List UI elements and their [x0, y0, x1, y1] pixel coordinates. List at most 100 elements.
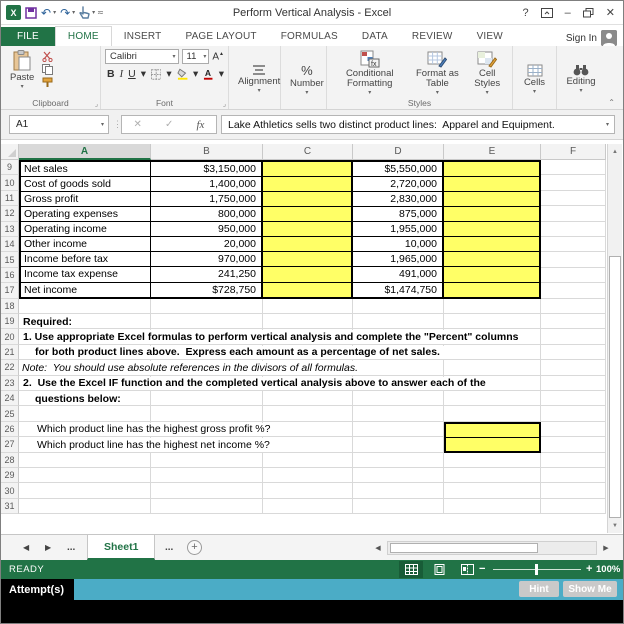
horizontal-scrollbar[interactable] [387, 541, 597, 555]
row-header-24[interactable]: 24 [1, 391, 19, 407]
fill-color-icon[interactable] [177, 68, 188, 80]
product2-amount-cell[interactable]: $5,550,000 [353, 162, 444, 177]
product1-amount-cell[interactable]: 970,000 [151, 252, 263, 267]
row-header-10[interactable]: 10 [1, 175, 19, 191]
horizontal-scroll-thumb[interactable] [390, 543, 538, 553]
redo-dropdown-icon[interactable]: ▾ [72, 9, 75, 16]
product2-amount-cell[interactable]: 10,000 [353, 237, 444, 252]
page-break-view-button[interactable] [455, 561, 479, 578]
font-size-combo[interactable]: 11 ▾ [181, 49, 210, 64]
product2-percent-input-cell[interactable] [444, 177, 539, 192]
row-header-20[interactable]: 20 [1, 329, 19, 345]
account-label-cell[interactable]: Net income [21, 282, 151, 297]
select-all-corner[interactable] [1, 144, 19, 160]
column-header-a[interactable]: A [19, 144, 151, 160]
product2-amount-cell[interactable]: 2,830,000 [353, 192, 444, 207]
formula-input[interactable]: Lake Athletics sells two distinct produc… [221, 115, 615, 134]
row-header-11[interactable]: 11 [1, 190, 19, 207]
tab-home[interactable]: HOME [54, 26, 112, 46]
account-label-cell[interactable]: Other income [21, 237, 151, 252]
sheet-tab-sheet1[interactable]: Sheet1 [87, 535, 156, 560]
font-color-dropdown-icon[interactable]: ▾ [219, 68, 224, 80]
product1-percent-input-cell[interactable] [263, 267, 353, 282]
product2-percent-input-cell[interactable] [444, 237, 539, 252]
formula-bar-expand-icon[interactable]: ▾ [606, 121, 609, 128]
sheet-ellipsis-right[interactable]: ... [165, 535, 173, 560]
zoom-slider-thumb[interactable] [535, 564, 538, 575]
font-name-combo[interactable]: Calibri ▾ [105, 49, 179, 64]
product2-percent-input-cell[interactable] [444, 267, 539, 282]
product1-amount-cell[interactable]: 20,000 [151, 237, 263, 252]
product2-amount-cell[interactable]: 491,000 [353, 267, 444, 282]
product2-percent-input-cell[interactable] [444, 162, 539, 177]
product2-percent-input-cell[interactable] [444, 192, 539, 207]
new-sheet-button[interactable]: + [187, 540, 202, 555]
italic-button[interactable]: I [120, 69, 124, 80]
product1-amount-cell[interactable]: 1,400,000 [151, 177, 263, 192]
minimize-button[interactable]: – [565, 7, 571, 19]
account-label-cell[interactable]: Operating income [21, 222, 151, 237]
row-header-12[interactable]: 12 [1, 206, 19, 222]
show-me-button[interactable]: Show Me [563, 581, 617, 597]
format-painter-icon[interactable] [42, 77, 53, 88]
undo-dropdown-icon[interactable]: ▾ [53, 9, 56, 16]
row-header-27[interactable]: 27 [1, 437, 19, 453]
product1-amount-cell[interactable]: 241,250 [151, 267, 263, 282]
underline-button[interactable]: U [128, 68, 136, 80]
insert-function-icon[interactable]: fx [196, 119, 204, 131]
tab-review[interactable]: REVIEW [400, 27, 465, 46]
row-header-17[interactable]: 17 [1, 283, 19, 299]
sheet-nav-prev-icon[interactable]: ◀ [23, 535, 29, 560]
cut-icon[interactable] [42, 51, 53, 62]
answer-input-gross-profit[interactable] [446, 424, 539, 438]
vertical-scroll-thumb[interactable] [609, 256, 621, 518]
normal-view-button[interactable] [399, 561, 423, 578]
product2-percent-input-cell[interactable] [444, 207, 539, 222]
borders-icon[interactable] [150, 68, 162, 80]
vertical-scrollbar[interactable]: ▲ ▼ [607, 144, 622, 533]
row-header-16[interactable]: 16 [1, 267, 19, 284]
enter-icon[interactable]: ✓ [165, 119, 173, 130]
product2-amount-cell[interactable]: 1,955,000 [353, 222, 444, 237]
account-label-cell[interactable]: Operating expenses [21, 207, 151, 222]
font-color-icon[interactable]: A [203, 68, 213, 80]
product1-percent-input-cell[interactable] [263, 252, 353, 267]
clipboard-dialog-launcher-icon[interactable]: ⌟ [95, 100, 98, 108]
borders-dropdown-icon[interactable]: ▾ [166, 68, 171, 80]
row-header-26[interactable]: 26 [1, 421, 19, 438]
column-header-c[interactable]: C [263, 144, 353, 160]
product1-percent-input-cell[interactable] [263, 192, 353, 207]
tab-data[interactable]: DATA [350, 27, 400, 46]
product2-amount-cell[interactable]: 2,720,000 [353, 177, 444, 192]
sign-in[interactable]: Sign In [566, 30, 623, 46]
product1-percent-input-cell[interactable] [263, 207, 353, 222]
number-button[interactable]: % Number ▾ [285, 62, 329, 97]
product2-amount-cell[interactable]: 875,000 [353, 207, 444, 222]
page-layout-view-button[interactable] [427, 561, 451, 578]
zoom-out-icon[interactable]: − [479, 563, 485, 575]
collapse-ribbon-icon[interactable]: ⌃ [608, 98, 615, 107]
row-header-31[interactable]: 31 [1, 498, 19, 515]
row-header-22[interactable]: 22 [1, 360, 19, 376]
column-header-d[interactable]: D [353, 144, 444, 160]
cancel-icon[interactable]: ✕ [134, 119, 142, 130]
account-label-cell[interactable]: Income before tax [21, 252, 151, 267]
account-label-cell[interactable]: Cost of goods sold [21, 177, 151, 192]
ribbon-display-options-icon[interactable] [540, 7, 553, 18]
product1-amount-cell[interactable]: $728,750 [151, 282, 263, 297]
alignment-button[interactable]: Alignment ▾ [233, 64, 285, 95]
customize-qat-icon[interactable]: ≂ [97, 8, 104, 17]
product2-percent-input-cell[interactable] [444, 282, 539, 297]
row-header-23[interactable]: 23 [1, 375, 19, 391]
product1-percent-input-cell[interactable] [263, 222, 353, 237]
account-label-cell[interactable]: Income tax expense [21, 267, 151, 282]
zoom-in-icon[interactable]: + [586, 563, 592, 575]
column-header-f[interactable]: F [541, 144, 606, 160]
redo-icon[interactable]: ↷ [60, 6, 70, 20]
hscroll-right-icon[interactable]: ▶ [599, 541, 613, 555]
row-header-15[interactable]: 15 [1, 252, 19, 268]
undo-icon[interactable]: ↶ [41, 6, 51, 20]
product1-percent-input-cell[interactable] [263, 177, 353, 192]
fill-color-dropdown-icon[interactable]: ▾ [193, 68, 198, 80]
product1-amount-cell[interactable]: 800,000 [151, 207, 263, 222]
